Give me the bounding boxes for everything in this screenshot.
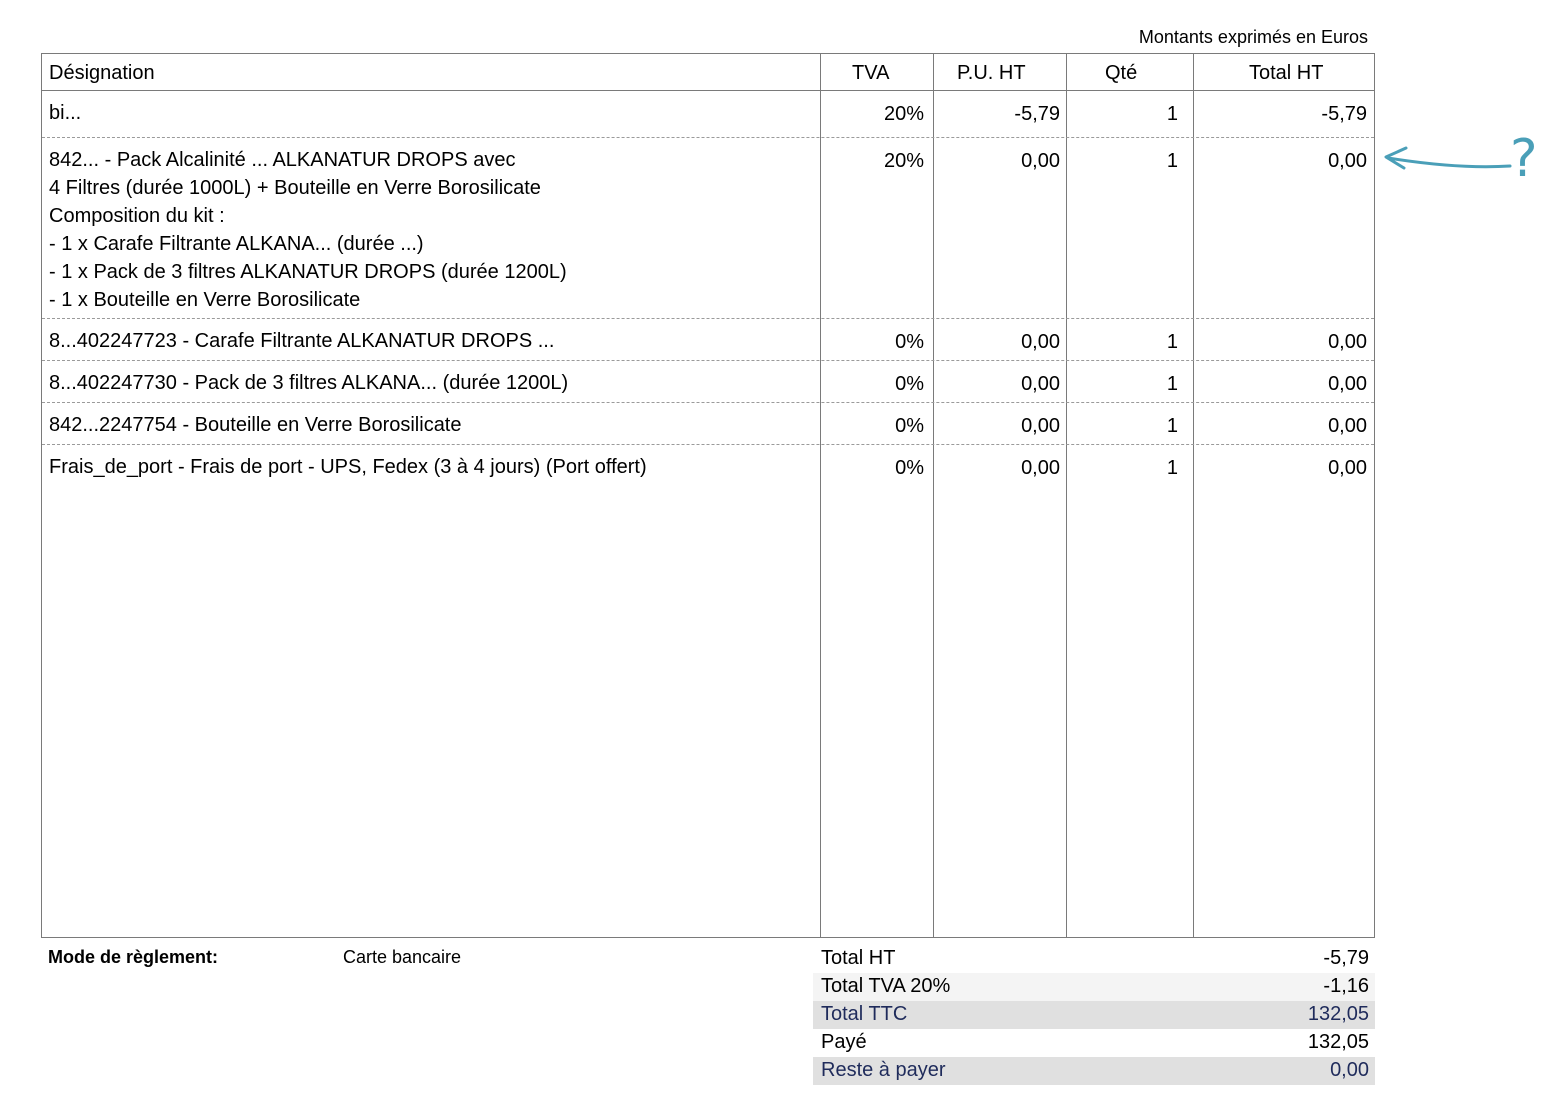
row-total: 0,00: [1328, 457, 1367, 479]
header-qte: Qté: [1105, 62, 1138, 84]
designation-line: Frais_de_port - Frais de port - UPS, Fed…: [49, 456, 647, 478]
row-qte: 1: [1166, 415, 1178, 437]
total-label: Total HT: [821, 947, 896, 969]
table-row: bi... 20% -5,79 1 -5,79: [42, 91, 1374, 138]
total-value: 132,05: [1307, 1003, 1369, 1025]
table-row: 8...402247730 - Pack de 3 filtres ALKANA…: [42, 361, 1374, 403]
row-pu: 0,00: [1021, 373, 1060, 395]
designation-line: - 1 x Carafe Filtrante ALKANA... (durée …: [49, 233, 424, 255]
row-tva: 20%: [883, 150, 924, 172]
row-qte: 1: [1166, 103, 1178, 125]
total-label: Reste à payer: [821, 1059, 946, 1081]
row-designation: bi...: [49, 99, 819, 127]
row-designation: 8...402247730 - Pack de 3 filtres ALKANA…: [49, 369, 819, 397]
row-pu: 0,00: [1021, 331, 1060, 353]
designation-line: - 1 x Bouteille en Verre Borosilicate: [49, 289, 361, 311]
header-tva: TVA: [852, 62, 890, 84]
row-qte: 1: [1166, 457, 1178, 479]
designation-line: 8...402247723 - Carafe Filtrante ALKANAT…: [49, 330, 555, 352]
total-value: 0,00: [1330, 1059, 1369, 1081]
total-value: -1,16: [1323, 975, 1369, 997]
total-value: 132,05: [1307, 1031, 1369, 1053]
paid-row: Payé 132,05: [813, 1029, 1375, 1057]
row-tva: 0%: [895, 415, 924, 437]
total-label: Total TTC: [821, 1003, 908, 1025]
payment-mode-value: Carte bancaire: [343, 947, 462, 967]
row-qte: 1: [1166, 373, 1178, 395]
row-total: 0,00: [1328, 331, 1367, 353]
row-designation: 8...402247723 - Carafe Filtrante ALKANAT…: [49, 327, 819, 355]
row-tva: 0%: [895, 457, 924, 479]
payment-mode-label: Mode de règlement:: [48, 947, 219, 967]
table-row: 8...402247723 - Carafe Filtrante ALKANAT…: [42, 319, 1374, 361]
arrow-shaft: [1386, 156, 1512, 169]
total-label: Payé: [821, 1031, 867, 1053]
row-total: -5,79: [1321, 103, 1367, 125]
row-pu: -5,79: [1014, 103, 1060, 125]
total-ttc-row: Total TTC 132,05: [813, 1001, 1375, 1029]
row-qte: 1: [1166, 331, 1178, 353]
designation-line: 8...402247730 - Pack de 3 filtres ALKANA…: [49, 372, 569, 394]
designation-line: bi...: [49, 102, 82, 124]
header-pu-ht: P.U. HT: [957, 62, 1026, 84]
row-qte: 1: [1166, 150, 1178, 172]
row-designation: 842... - Pack Alcalinité ... ALKANATUR D…: [49, 146, 819, 314]
row-tva: 0%: [895, 331, 924, 353]
table-row: Frais_de_port - Frais de port - UPS, Fed…: [42, 445, 1374, 505]
row-total: 0,00: [1328, 415, 1367, 437]
row-designation: 842...2247754 - Bouteille en Verre Boros…: [49, 411, 819, 439]
header-total-ht: Total HT: [1249, 62, 1324, 84]
row-pu: 0,00: [1021, 150, 1060, 172]
row-tva: 0%: [895, 373, 924, 395]
row-total: 0,00: [1328, 373, 1367, 395]
total-label: Total TVA 20%: [821, 975, 951, 997]
header-designation: Désignation: [49, 62, 155, 84]
remaining-row: Reste à payer 0,00: [813, 1057, 1375, 1085]
currency-note: Montants exprimés en Euros: [1138, 27, 1368, 47]
table-row: 842... - Pack Alcalinité ... ALKANATUR D…: [42, 138, 1374, 319]
question-mark-icon: ?: [1510, 129, 1538, 189]
totals-block: Total HT -5,79 Total TVA 20% -1,16 Total…: [813, 945, 1375, 1085]
designation-line: Composition du kit :: [49, 205, 225, 227]
designation-line: 842... - Pack Alcalinité ... ALKANATUR D…: [49, 149, 516, 171]
total-tva-row: Total TVA 20% -1,16: [813, 973, 1375, 1001]
total-value: -5,79: [1323, 947, 1369, 969]
row-designation: Frais_de_port - Frais de port - UPS, Fed…: [49, 453, 819, 481]
designation-line: 842...2247754 - Bouteille en Verre Boros…: [49, 414, 462, 436]
table-row: 842...2247754 - Bouteille en Verre Boros…: [42, 403, 1374, 445]
invoice-table: Désignation TVA P.U. HT Qté Total HT bi.…: [41, 53, 1375, 938]
question-arrow-annotation: ?: [1384, 129, 1538, 189]
row-pu: 0,00: [1021, 415, 1060, 437]
total-ht-row: Total HT -5,79: [813, 945, 1375, 973]
row-tva: 20%: [883, 103, 924, 125]
table-header: Désignation TVA P.U. HT Qté Total HT: [42, 54, 1374, 91]
row-total: 0,00: [1328, 150, 1367, 172]
designation-line: - 1 x Pack de 3 filtres ALKANATUR DROPS …: [49, 261, 567, 283]
row-pu: 0,00: [1021, 457, 1060, 479]
designation-line: 4 Filtres (durée 1000L) + Bouteille en V…: [49, 177, 541, 199]
